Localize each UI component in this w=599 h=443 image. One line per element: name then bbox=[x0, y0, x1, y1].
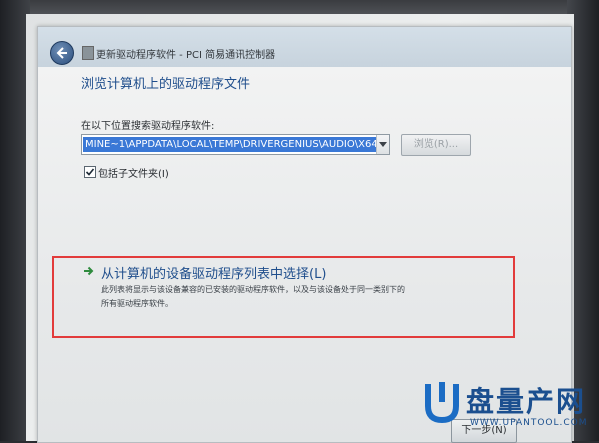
red-highlight-box bbox=[52, 256, 515, 338]
watermark-url: WWW.UPANTOOL.COM bbox=[470, 418, 588, 428]
search-location-label: 在以下位置搜索驱动程序软件: bbox=[81, 121, 215, 132]
back-button[interactable] bbox=[50, 41, 74, 65]
browse-button[interactable]: 浏览(R)... bbox=[401, 134, 471, 156]
chevron-down-icon bbox=[379, 142, 387, 147]
include-subfolders-label[interactable]: 包括子文件夹(I) bbox=[98, 165, 169, 180]
driver-path-combobox[interactable]: MINE~1\APPDATA\LOCAL\TEMP\DRIVERGENIUS\A… bbox=[81, 134, 390, 155]
include-subfolders-checkbox[interactable] bbox=[84, 166, 96, 178]
back-arrow-icon bbox=[56, 47, 67, 59]
checkmark-icon bbox=[85, 168, 95, 176]
usb-logo-icon bbox=[425, 382, 459, 424]
watermark: 盘量产网 WWW.UPANTOOL.COM bbox=[422, 374, 592, 434]
watermark-title: 盘量产网 bbox=[466, 385, 587, 418]
driver-path-value[interactable]: MINE~1\APPDATA\LOCAL\TEMP\DRIVERGENIUS\A… bbox=[83, 137, 376, 152]
title-bar: 更新驱动程序软件 - PCI 简易通讯控制器 bbox=[38, 27, 571, 67]
page-heading: 浏览计算机上的驱动程序文件 bbox=[81, 77, 251, 92]
window-title: 更新驱动程序软件 - PCI 简易通讯控制器 bbox=[96, 50, 276, 61]
path-dropdown-button[interactable] bbox=[376, 135, 389, 154]
device-icon bbox=[82, 46, 94, 60]
